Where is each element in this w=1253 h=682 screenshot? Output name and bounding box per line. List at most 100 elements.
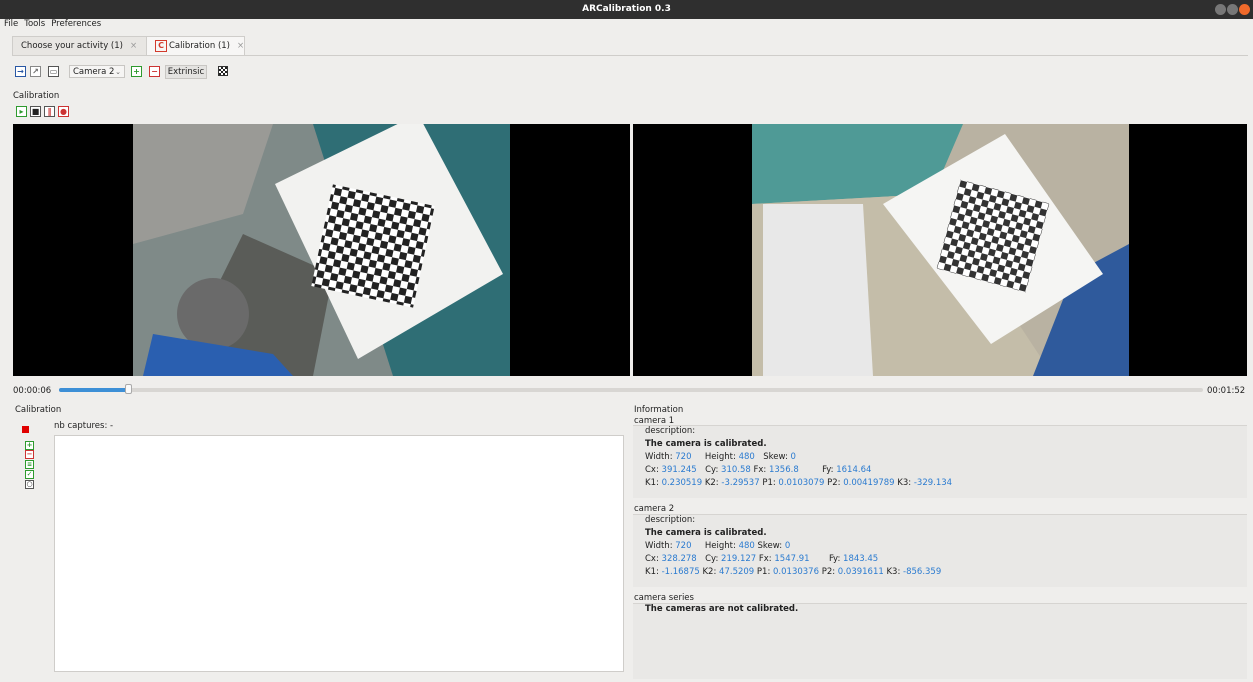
width-label: Width: [645, 452, 673, 462]
remove-camera-icon[interactable]: − [149, 66, 160, 77]
height-value: 480 [738, 452, 755, 462]
menu-tools[interactable]: Tools [22, 19, 47, 30]
cx-label: Cx: [645, 554, 659, 564]
k2-value: 47.5209 [719, 567, 755, 577]
cy-value: 310.58 [721, 465, 751, 475]
calibration-panel-title: Calibration [15, 405, 62, 415]
tab-close-icon[interactable]: × [237, 41, 244, 51]
camera-1-intrinsics: Cx: 391.245 Cy: 310.58 Fx: 1356.8 Fy: 16… [645, 465, 871, 475]
close-window-icon[interactable] [1239, 4, 1250, 15]
camera-1-description-label: description: [645, 426, 696, 436]
timeline-handle[interactable] [124, 384, 132, 394]
tab-calibration[interactable]: C Calibration (1) × [146, 36, 245, 56]
cx-label: Cx: [645, 465, 659, 475]
height-label: Height: [704, 452, 736, 462]
skew-value: 0 [784, 541, 791, 551]
cx-value: 328.278 [661, 554, 697, 564]
nb-captures-value: - [110, 421, 114, 431]
height-label: Height: [704, 541, 736, 551]
k1-label: K1: [645, 478, 659, 488]
menu-file[interactable]: File [2, 19, 20, 30]
camera-series-title: camera series [634, 593, 694, 603]
menu-preferences[interactable]: Preferences [49, 19, 103, 30]
timeline-slider[interactable] [59, 388, 1203, 392]
p2-label: P2: [827, 478, 841, 488]
p2-value: 0.00419789 [843, 478, 895, 488]
pause-icon[interactable]: ‖ [44, 106, 55, 117]
information-title: Information [634, 405, 684, 415]
cy-label: Cy: [705, 554, 719, 564]
k1-value: 0.230519 [661, 478, 703, 488]
fx-value: 1547.91 [774, 554, 810, 564]
skew-label: Skew: [757, 541, 783, 551]
record-icon[interactable]: ● [58, 106, 69, 117]
p1-label: P1: [762, 478, 776, 488]
p1-value: 0.0103079 [778, 478, 825, 488]
captures-list[interactable] [54, 435, 624, 672]
fy-label: Fy: [828, 554, 841, 564]
remove-capture-icon[interactable]: − [25, 450, 34, 459]
skew-value: 0 [790, 452, 796, 462]
fx-value: 1356.8 [768, 465, 799, 475]
cy-label: Cy: [705, 465, 719, 475]
minimize-icon[interactable] [1215, 4, 1226, 15]
camera-2-distortion: K1: -1.16875 K2: 47.5209 P1: 0.0130376 P… [645, 567, 941, 577]
fy-label: Fy: [822, 465, 834, 475]
total-time: 00:01:52 [1207, 386, 1246, 396]
nb-captures: nb captures: - [54, 421, 113, 431]
p2-value: 0.0391611 [837, 567, 884, 577]
add-camera-icon[interactable]: + [131, 66, 142, 77]
import-icon[interactable]: → [15, 66, 26, 77]
camera-select[interactable]: Camera 2 ⌄ [69, 65, 125, 78]
cx-value: 391.245 [661, 465, 697, 475]
width-value: 720 [675, 541, 692, 551]
stop-icon[interactable]: ■ [30, 106, 41, 117]
fx-label: Fx: [758, 554, 772, 564]
video-frame-1 [133, 124, 510, 376]
skew-label: Skew: [763, 452, 788, 462]
calibration-app-icon: C [155, 39, 167, 52]
camera-2-intrinsics: Cx: 328.278 Cy: 219.127 Fx: 1547.91 Fy: … [645, 554, 878, 564]
camera-1-status: The camera is calibrated. [645, 439, 767, 449]
p1-value: 0.0130376 [773, 567, 819, 577]
play-icon[interactable]: ▸ [16, 106, 27, 117]
zoom-icon[interactable]: ○ [25, 480, 34, 489]
tab-divider [12, 55, 1248, 56]
tab-label: Calibration (1) [169, 41, 230, 51]
camera-series-status: The cameras are not calibrated. [645, 604, 799, 614]
k2-label: K2: [704, 478, 719, 488]
cy-value: 219.127 [721, 554, 757, 564]
video-view-camera-1[interactable] [13, 124, 630, 376]
k3-value: -856.359 [903, 567, 942, 577]
maximize-icon[interactable] [1227, 4, 1238, 15]
fy-value: 1843.45 [843, 554, 879, 564]
k3-label: K3: [897, 478, 912, 488]
k2-value: -3.29537 [721, 478, 760, 488]
width-label: Width: [645, 541, 673, 551]
extrinsic-button[interactable]: Extrinsic [165, 65, 207, 79]
save-icon[interactable]: ▭ [48, 66, 59, 77]
stop-capture-icon[interactable] [22, 426, 29, 433]
width-value: 720 [675, 452, 692, 462]
p1-label: P1: [756, 567, 771, 577]
menu-bar: File Tools Preferences [0, 19, 1253, 30]
p2-label: P2: [821, 567, 836, 577]
tab-close-icon[interactable]: × [130, 41, 137, 51]
checkerboard-icon[interactable] [218, 66, 228, 76]
k2-label: K2: [702, 567, 717, 577]
export-capture-icon[interactable]: ≡ [25, 460, 34, 469]
fx-label: Fx: [753, 465, 767, 475]
camera-1-distortion: K1: 0.230519 K2: -3.29537 P1: 0.0103079 … [645, 478, 952, 488]
tab-choose-activity[interactable]: Choose your activity (1) × [12, 36, 148, 56]
window-titlebar: ARCalibration 0.3 [0, 0, 1253, 19]
camera-2-status: The camera is calibrated. [645, 528, 767, 538]
add-capture-icon[interactable]: + [25, 441, 34, 450]
export-icon[interactable]: ↗ [30, 66, 41, 77]
camera-2-description-label: description: [645, 515, 696, 525]
validate-icon[interactable]: ✓ [25, 470, 34, 479]
window-title: ARCalibration 0.3 [582, 4, 671, 14]
camera-series-info-box [633, 603, 1247, 679]
video-view-camera-2[interactable] [633, 124, 1247, 376]
chevron-down-icon: ⌄ [115, 68, 121, 76]
height-value: 480 [738, 541, 755, 551]
